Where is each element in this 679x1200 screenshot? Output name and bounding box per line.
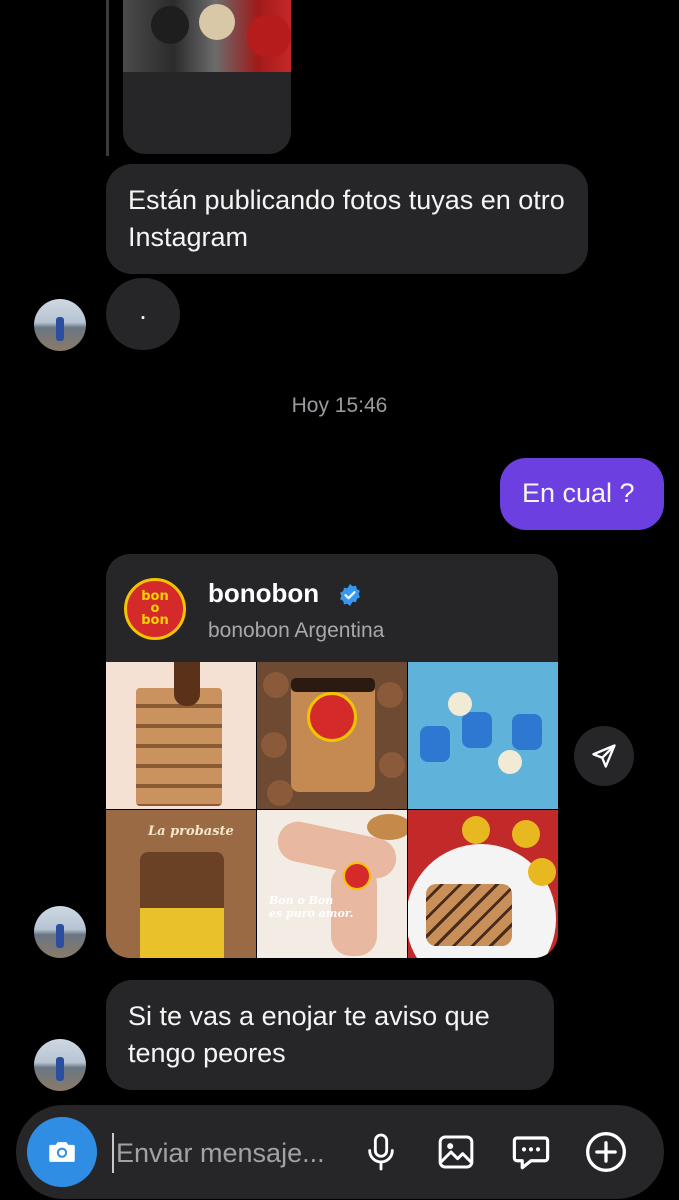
- shared-photo-message[interactable]: [106, 0, 292, 156]
- shared-photo-image[interactable]: [123, 0, 291, 72]
- send-share-icon: [592, 744, 616, 768]
- post-image-tile[interactable]: [408, 662, 558, 809]
- received-message-bubble[interactable]: Si te vas a enojar te aviso que tengo pe…: [106, 980, 554, 1090]
- post-account-name[interactable]: bonobon: [208, 578, 319, 609]
- post-image-tile[interactable]: [257, 662, 407, 809]
- shared-post-card[interactable]: bon o bon bonobon bonobon Argentina La p: [106, 554, 558, 958]
- share-post-button[interactable]: [574, 726, 634, 786]
- shared-photo-card[interactable]: [123, 0, 291, 154]
- message-text: Están publicando fotos tuyas en otro Ins…: [128, 185, 565, 252]
- camera-button[interactable]: [27, 1117, 97, 1187]
- brand-logo-avatar[interactable]: bon o bon: [124, 578, 186, 640]
- message-composer: [16, 1105, 664, 1199]
- add-circle-icon: [586, 1132, 626, 1172]
- timestamp: Hoy 15:46: [291, 394, 388, 417]
- camera-icon: [49, 1142, 75, 1162]
- sticker-chat-icon: [512, 1136, 550, 1170]
- post-image-tile[interactable]: La probaste: [106, 810, 256, 958]
- add-button[interactable]: [583, 1129, 629, 1175]
- message-text: En cual ?: [522, 478, 635, 508]
- avatar[interactable]: [34, 906, 86, 958]
- avatar[interactable]: [34, 299, 86, 351]
- thread-line: [106, 0, 109, 156]
- post-account-subtitle: bonobon Argentina: [208, 619, 385, 642]
- sent-message-bubble[interactable]: En cual ?: [500, 458, 664, 530]
- gallery-button[interactable]: [433, 1129, 479, 1175]
- microphone-button[interactable]: [358, 1129, 404, 1175]
- post-image-tile[interactable]: [106, 662, 256, 809]
- verified-badge-icon: [340, 584, 360, 606]
- post-image-tile[interactable]: [408, 810, 558, 958]
- received-message-bubble[interactable]: .: [106, 278, 180, 350]
- post-image-grid[interactable]: La probaste Bon o Bon es puro amor.: [106, 662, 558, 958]
- microphone-icon: [368, 1133, 394, 1171]
- received-message-bubble[interactable]: Están publicando fotos tuyas en otro Ins…: [106, 164, 588, 274]
- message-text: Si te vas a enojar te aviso que tengo pe…: [128, 1001, 490, 1068]
- gallery-icon: [438, 1135, 474, 1169]
- message-input[interactable]: [112, 1133, 348, 1173]
- sticker-button[interactable]: [508, 1129, 554, 1175]
- message-text: .: [139, 295, 147, 325]
- post-image-tile[interactable]: Bon o Bon es puro amor.: [257, 810, 407, 958]
- avatar[interactable]: [34, 1039, 86, 1091]
